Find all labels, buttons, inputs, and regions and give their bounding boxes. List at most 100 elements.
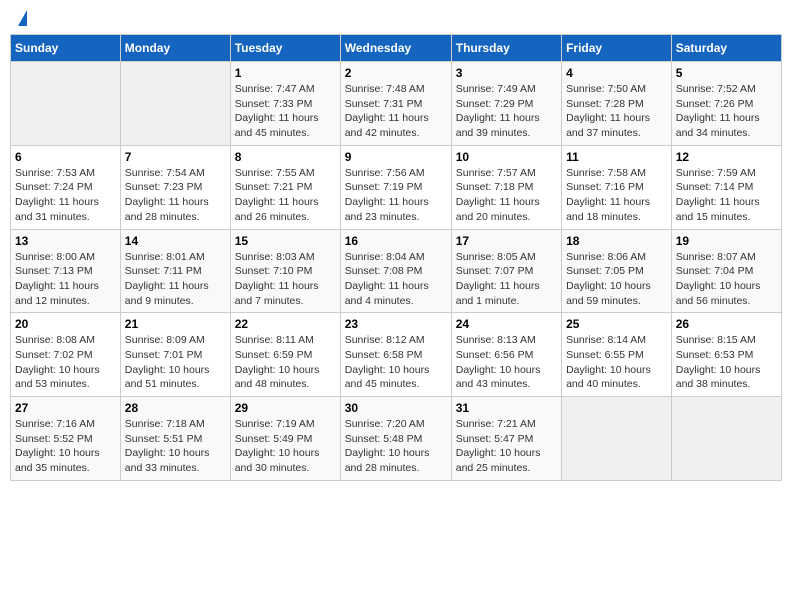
day-info: Sunrise: 7:20 AM Sunset: 5:48 PM Dayligh… — [345, 417, 447, 476]
day-of-week-header: Friday — [562, 35, 672, 62]
day-number: 13 — [15, 234, 116, 248]
day-info: Sunrise: 8:08 AM Sunset: 7:02 PM Dayligh… — [15, 333, 116, 392]
day-number: 24 — [456, 317, 557, 331]
day-info: Sunrise: 8:09 AM Sunset: 7:01 PM Dayligh… — [125, 333, 226, 392]
day-info: Sunrise: 7:50 AM Sunset: 7:28 PM Dayligh… — [566, 82, 667, 141]
calendar-cell: 16 Sunrise: 8:04 AM Sunset: 7:08 PM Dayli… — [340, 229, 451, 313]
calendar-cell: 20 Sunrise: 8:08 AM Sunset: 7:02 PM Dayli… — [11, 313, 121, 397]
day-number: 14 — [125, 234, 226, 248]
day-info: Sunrise: 7:59 AM Sunset: 7:14 PM Dayligh… — [676, 166, 777, 225]
calendar-week-row: 20 Sunrise: 8:08 AM Sunset: 7:02 PM Dayli… — [11, 313, 782, 397]
day-info: Sunrise: 7:47 AM Sunset: 7:33 PM Dayligh… — [235, 82, 336, 141]
calendar-cell — [671, 397, 781, 481]
day-info: Sunrise: 8:11 AM Sunset: 6:59 PM Dayligh… — [235, 333, 336, 392]
calendar-header-row: SundayMondayTuesdayWednesdayThursdayFrid… — [11, 35, 782, 62]
day-info: Sunrise: 7:57 AM Sunset: 7:18 PM Dayligh… — [456, 166, 557, 225]
day-number: 11 — [566, 150, 667, 164]
calendar-cell: 22Sunrise: 8:11 AM Sunset: 6:59 PM Dayli… — [230, 313, 340, 397]
calendar-cell: 24 Sunrise: 8:13 AM Sunset: 6:56 PM Dayli… — [451, 313, 561, 397]
day-number: 30 — [345, 401, 447, 415]
calendar-cell: 7 Sunrise: 7:54 AM Sunset: 7:23 PM Daylig… — [120, 145, 230, 229]
calendar-week-row: 27 Sunrise: 7:16 AM Sunset: 5:52 PM Dayli… — [11, 397, 782, 481]
day-number: 10 — [456, 150, 557, 164]
day-info: Sunrise: 7:21 AM Sunset: 5:47 PM Dayligh… — [456, 417, 557, 476]
day-number: 8 — [235, 150, 336, 164]
day-number: 21 — [125, 317, 226, 331]
day-number: 12 — [676, 150, 777, 164]
day-number: 23 — [345, 317, 447, 331]
calendar-cell: 29 Sunrise: 7:19 AM Sunset: 5:49 PM Dayli… — [230, 397, 340, 481]
day-number: 6 — [15, 150, 116, 164]
calendar-cell: 1 Sunrise: 7:47 AM Sunset: 7:33 PM Daylig… — [230, 62, 340, 146]
calendar-cell — [120, 62, 230, 146]
day-info: Sunrise: 8:15 AM Sunset: 6:53 PM Dayligh… — [676, 333, 777, 392]
calendar-cell — [562, 397, 672, 481]
day-info: Sunrise: 7:18 AM Sunset: 5:51 PM Dayligh… — [125, 417, 226, 476]
day-number: 3 — [456, 66, 557, 80]
day-of-week-header: Thursday — [451, 35, 561, 62]
day-number: 5 — [676, 66, 777, 80]
day-info: Sunrise: 8:14 AM Sunset: 6:55 PM Dayligh… — [566, 333, 667, 392]
calendar-cell: 19Sunrise: 8:07 AM Sunset: 7:04 PM Dayli… — [671, 229, 781, 313]
day-info: Sunrise: 7:48 AM Sunset: 7:31 PM Dayligh… — [345, 82, 447, 141]
day-number: 16 — [345, 234, 447, 248]
calendar-cell: 27 Sunrise: 7:16 AM Sunset: 5:52 PM Dayli… — [11, 397, 121, 481]
calendar-cell — [11, 62, 121, 146]
day-of-week-header: Monday — [120, 35, 230, 62]
day-info: Sunrise: 8:01 AM Sunset: 7:11 PM Dayligh… — [125, 250, 226, 309]
calendar-cell: 28 Sunrise: 7:18 AM Sunset: 5:51 PM Dayli… — [120, 397, 230, 481]
day-number: 17 — [456, 234, 557, 248]
day-number: 20 — [15, 317, 116, 331]
day-info: Sunrise: 7:55 AM Sunset: 7:21 PM Dayligh… — [235, 166, 336, 225]
calendar-cell: 17 Sunrise: 8:05 AM Sunset: 7:07 PM Dayli… — [451, 229, 561, 313]
logo — [14, 10, 27, 26]
day-number: 18 — [566, 234, 667, 248]
calendar-cell: 13 Sunrise: 8:00 AM Sunset: 7:13 PM Dayli… — [11, 229, 121, 313]
calendar-cell: 6Sunrise: 7:53 AM Sunset: 7:24 PM Daylig… — [11, 145, 121, 229]
day-info: Sunrise: 7:16 AM Sunset: 5:52 PM Dayligh… — [15, 417, 116, 476]
calendar-cell: 9Sunrise: 7:56 AM Sunset: 7:19 PM Daylig… — [340, 145, 451, 229]
day-info: Sunrise: 8:13 AM Sunset: 6:56 PM Dayligh… — [456, 333, 557, 392]
day-number: 29 — [235, 401, 336, 415]
calendar-cell: 31 Sunrise: 7:21 AM Sunset: 5:47 PM Dayli… — [451, 397, 561, 481]
day-info: Sunrise: 8:12 AM Sunset: 6:58 PM Dayligh… — [345, 333, 447, 392]
day-number: 1 — [235, 66, 336, 80]
calendar-cell: 3Sunrise: 7:49 AM Sunset: 7:29 PM Daylig… — [451, 62, 561, 146]
day-number: 25 — [566, 317, 667, 331]
calendar-cell: 25 Sunrise: 8:14 AM Sunset: 6:55 PM Dayli… — [562, 313, 672, 397]
calendar-week-row: 6Sunrise: 7:53 AM Sunset: 7:24 PM Daylig… — [11, 145, 782, 229]
day-number: 28 — [125, 401, 226, 415]
calendar-cell: 18Sunrise: 8:06 AM Sunset: 7:05 PM Dayli… — [562, 229, 672, 313]
logo-triangle-icon — [18, 10, 27, 26]
calendar-cell: 26 Sunrise: 8:15 AM Sunset: 6:53 PM Dayli… — [671, 313, 781, 397]
calendar-cell: 10 Sunrise: 7:57 AM Sunset: 7:18 PM Dayli… — [451, 145, 561, 229]
day-number: 27 — [15, 401, 116, 415]
day-info: Sunrise: 8:07 AM Sunset: 7:04 PM Dayligh… — [676, 250, 777, 309]
calendar-cell: 11 Sunrise: 7:58 AM Sunset: 7:16 PM Dayli… — [562, 145, 672, 229]
calendar-cell: 30 Sunrise: 7:20 AM Sunset: 5:48 PM Dayli… — [340, 397, 451, 481]
day-of-week-header: Tuesday — [230, 35, 340, 62]
day-number: 9 — [345, 150, 447, 164]
day-info: Sunrise: 8:04 AM Sunset: 7:08 PM Dayligh… — [345, 250, 447, 309]
calendar-cell: 12 Sunrise: 7:59 AM Sunset: 7:14 PM Dayli… — [671, 145, 781, 229]
day-info: Sunrise: 7:52 AM Sunset: 7:26 PM Dayligh… — [676, 82, 777, 141]
calendar-cell: 2 Sunrise: 7:48 AM Sunset: 7:31 PM Daylig… — [340, 62, 451, 146]
calendar-cell: 21 Sunrise: 8:09 AM Sunset: 7:01 PM Dayli… — [120, 313, 230, 397]
calendar-cell: 5 Sunrise: 7:52 AM Sunset: 7:26 PM Daylig… — [671, 62, 781, 146]
day-number: 2 — [345, 66, 447, 80]
calendar-table: SundayMondayTuesdayWednesdayThursdayFrid… — [10, 34, 782, 481]
day-info: Sunrise: 7:54 AM Sunset: 7:23 PM Dayligh… — [125, 166, 226, 225]
day-info: Sunrise: 7:58 AM Sunset: 7:16 PM Dayligh… — [566, 166, 667, 225]
calendar-week-row: 1 Sunrise: 7:47 AM Sunset: 7:33 PM Daylig… — [11, 62, 782, 146]
calendar-cell: 8 Sunrise: 7:55 AM Sunset: 7:21 PM Daylig… — [230, 145, 340, 229]
day-number: 31 — [456, 401, 557, 415]
day-info: Sunrise: 8:00 AM Sunset: 7:13 PM Dayligh… — [15, 250, 116, 309]
calendar-cell: 15Sunrise: 8:03 AM Sunset: 7:10 PM Dayli… — [230, 229, 340, 313]
day-of-week-header: Sunday — [11, 35, 121, 62]
day-info: Sunrise: 8:05 AM Sunset: 7:07 PM Dayligh… — [456, 250, 557, 309]
day-number: 7 — [125, 150, 226, 164]
calendar-cell: 4Sunrise: 7:50 AM Sunset: 7:28 PM Daylig… — [562, 62, 672, 146]
day-number: 26 — [676, 317, 777, 331]
day-of-week-header: Saturday — [671, 35, 781, 62]
day-info: Sunrise: 7:19 AM Sunset: 5:49 PM Dayligh… — [235, 417, 336, 476]
